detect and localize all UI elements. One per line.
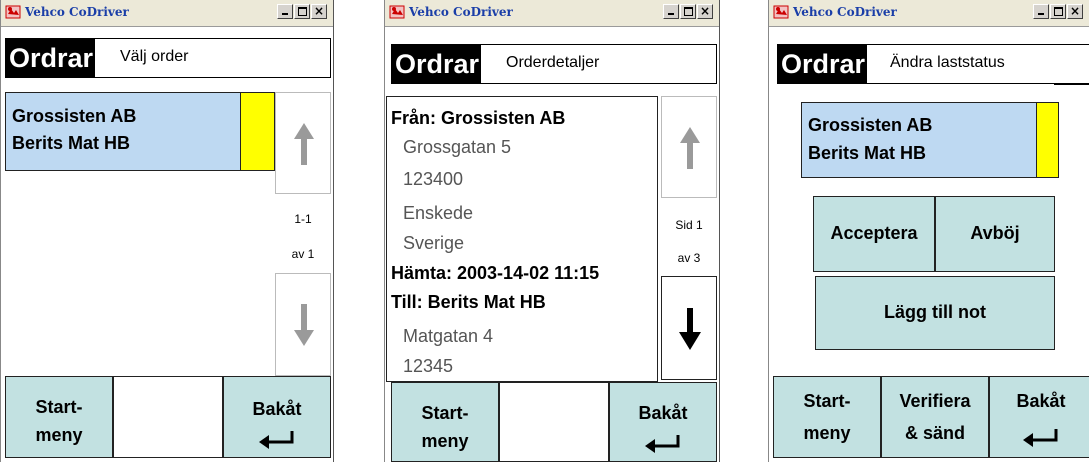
add-note-label: Lägg till not [884, 302, 986, 322]
close-button[interactable]: × [311, 4, 327, 19]
page-number: Sid 1 [675, 218, 703, 232]
header-title: Ordrar [778, 45, 868, 83]
reject-label: Avböj [970, 223, 1020, 243]
start-menu-label-line1: Start- [421, 403, 469, 423]
scroll-up-button[interactable] [661, 96, 717, 198]
maximize-button[interactable] [294, 4, 310, 19]
detail-line-7: Matgatan 4 [403, 326, 494, 346]
enter-arrow-icon [1022, 427, 1062, 447]
arrow-down-icon [289, 300, 319, 350]
header-subtitle: Orderdetaljer [506, 54, 600, 71]
start-menu-button[interactable]: Start- meny [391, 382, 499, 462]
minimize-button[interactable] [663, 4, 679, 19]
minimize-button[interactable] [277, 4, 293, 19]
screen-header: Ordrar Välj order [5, 38, 331, 78]
detail-line-3: Enskede [403, 203, 474, 223]
header-subtitle: Välj order [120, 48, 189, 65]
window-title: Vehco CoDriver [409, 5, 513, 19]
arrow-up-icon [289, 119, 319, 169]
detail-line-6: Till: Berits Mat HB [391, 292, 546, 312]
close-button[interactable]: × [697, 4, 713, 19]
enter-arrow-icon [258, 429, 298, 449]
order-receiver: Berits Mat HB [808, 143, 927, 163]
app-icon [773, 4, 789, 20]
header-title: Ordrar [392, 45, 482, 83]
order-sender: Grossisten AB [808, 115, 933, 135]
header-underline [1054, 84, 1089, 85]
accept-button[interactable]: Acceptera [813, 196, 935, 272]
order-status-indicator [240, 93, 274, 170]
scroll-up-button[interactable] [275, 92, 331, 194]
arrow-up-icon [675, 123, 705, 173]
screen-header: Ordrar Orderdetaljer [391, 44, 717, 84]
start-menu-label-line2: meny [803, 423, 851, 443]
app-icon [389, 4, 405, 20]
title-bar: Vehco CoDriver × [385, 0, 719, 27]
order-status-indicator [1036, 103, 1058, 177]
verify-label-line1: Verifiera [899, 391, 971, 411]
start-menu-label-line1: Start- [35, 397, 83, 417]
header-title: Ordrar [6, 39, 96, 77]
window-order-list: Vehco CoDriver × Ordrar Välj order Gross… [0, 0, 334, 462]
back-label: Bakåt [1016, 391, 1066, 411]
back-label: Bakåt [252, 399, 302, 419]
arrow-down-icon [675, 304, 705, 354]
add-note-button[interactable]: Lägg till not [815, 276, 1055, 350]
page-total: av 1 [291, 247, 315, 261]
detail-line-8: 12345 [403, 356, 454, 376]
minimize-button[interactable] [1033, 4, 1049, 19]
start-menu-label-line2: meny [35, 425, 83, 445]
verify-send-button[interactable]: Verifiera & sänd [881, 376, 989, 458]
empty-button-slot [499, 382, 609, 462]
back-button[interactable]: Bakåt [223, 376, 331, 458]
page-total: av 3 [677, 251, 701, 265]
window-title: Vehco CoDriver [25, 5, 129, 19]
start-menu-button[interactable]: Start- meny [5, 376, 113, 458]
app-icon [5, 4, 21, 20]
detail-line-4: Sverige [403, 233, 465, 253]
maximize-button[interactable] [680, 4, 696, 19]
reject-button[interactable]: Avböj [935, 196, 1055, 272]
detail-line-5: Hämta: 2003-14-02 11:15 [391, 263, 600, 283]
start-menu-button[interactable]: Start- meny [773, 376, 881, 458]
order-list-item[interactable]: Grossisten AB Berits Mat HB [5, 92, 275, 171]
back-label: Bakåt [638, 403, 688, 423]
order-details-panel: Från: Grossisten AB Grossgatan 5 123400 … [386, 96, 658, 382]
scroll-down-button[interactable] [661, 276, 717, 380]
detail-line-2: 123400 [403, 169, 464, 189]
back-button[interactable]: Bakåt [609, 382, 717, 462]
detail-line-1: Grossgatan 5 [403, 137, 512, 157]
window-title: Vehco CoDriver [793, 5, 897, 19]
start-menu-label-line2: meny [421, 431, 469, 451]
title-bar: Vehco CoDriver × [769, 0, 1089, 27]
back-button[interactable]: Bakåt [989, 376, 1089, 458]
window-order-details: Vehco CoDriver × Ordrar Orderdetaljer Fr… [384, 0, 720, 462]
screen-header: Ordrar Ändra laststatus [777, 44, 1089, 85]
close-button[interactable]: × [1067, 4, 1083, 19]
order-summary[interactable]: Grossisten AB Berits Mat HB [801, 102, 1059, 178]
order-receiver: Berits Mat HB [12, 133, 131, 153]
header-subtitle: Ändra laststatus [890, 54, 1005, 71]
accept-label: Acceptera [830, 223, 918, 243]
title-bar: Vehco CoDriver × [1, 0, 333, 27]
window-load-status: Vehco CoDriver × Ordrar Ändra laststatus… [768, 0, 1089, 462]
order-sender: Grossisten AB [12, 106, 137, 126]
maximize-button[interactable] [1050, 4, 1066, 19]
enter-arrow-icon [644, 433, 684, 453]
start-menu-label-line1: Start- [803, 391, 851, 411]
scroll-down-button[interactable] [275, 273, 331, 376]
detail-line-0: Från: Grossisten AB [391, 108, 566, 128]
verify-label-line2: & sänd [904, 423, 965, 443]
empty-button-slot [113, 376, 223, 458]
page-range: 1-1 [294, 212, 312, 226]
